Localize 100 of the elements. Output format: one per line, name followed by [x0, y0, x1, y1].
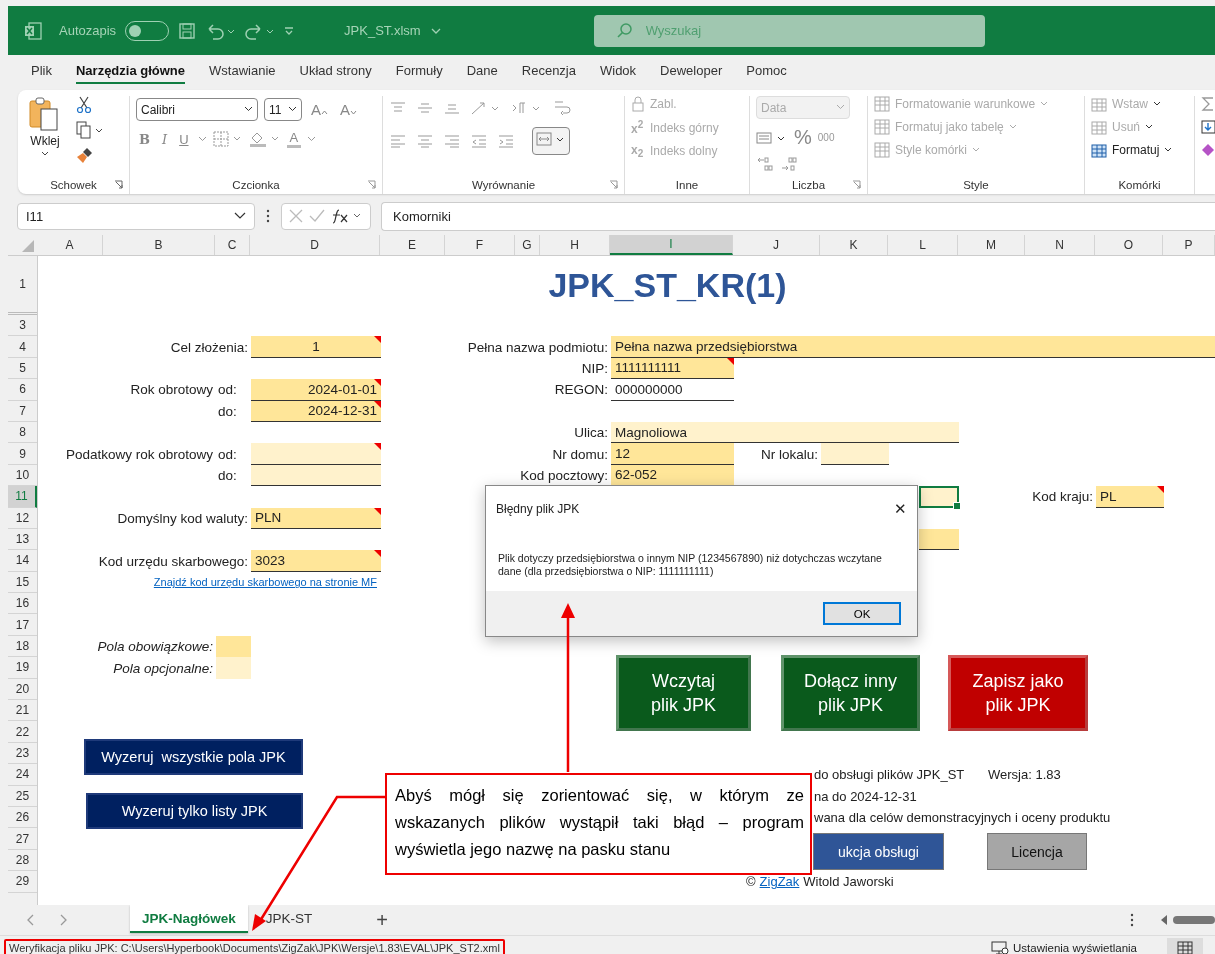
row-header[interactable]: 23	[8, 742, 37, 765]
input-cell[interactable]	[919, 486, 959, 508]
column-header[interactable]: C	[215, 235, 250, 255]
dialog-launcher-icon[interactable]	[367, 180, 376, 189]
column-header[interactable]: P	[1163, 235, 1215, 255]
column-header[interactable]: J	[733, 235, 820, 255]
align-center-icon[interactable]	[416, 134, 434, 148]
column-header[interactable]: D	[250, 235, 380, 255]
paste-button[interactable]: Wklej	[24, 96, 66, 176]
row-header[interactable]: 16	[8, 593, 37, 615]
brush-icon[interactable]	[76, 146, 94, 164]
sheet-tab[interactable]: JPK-Nagłówek	[130, 905, 248, 933]
save-icon[interactable]	[178, 21, 197, 40]
outdent-icon[interactable]	[470, 134, 488, 148]
increase-font-button[interactable]: A	[308, 101, 331, 118]
check-icon[interactable]	[308, 208, 326, 224]
row-header[interactable]: 6	[8, 379, 37, 401]
undo-icon[interactable]	[205, 21, 236, 40]
ok-button[interactable]: OK	[823, 602, 901, 625]
column-header[interactable]: N	[1025, 235, 1095, 255]
redo-icon[interactable]	[244, 21, 275, 40]
row-header[interactable]: 29	[8, 871, 37, 893]
row-header[interactable]: 26	[8, 807, 37, 829]
input-cell[interactable]	[251, 464, 381, 487]
input-cell[interactable]: PL	[1096, 486, 1164, 508]
sum-icon[interactable]	[1201, 96, 1215, 112]
column-header[interactable]: L	[888, 235, 958, 255]
input-cell[interactable]: 62-052	[611, 464, 734, 487]
input-cell[interactable]: 3023	[251, 550, 381, 572]
row-header[interactable]: 17	[8, 614, 37, 636]
row-header[interactable]: 27	[8, 828, 37, 850]
column-header[interactable]: F	[445, 235, 515, 255]
menu-tab[interactable]: Formuły	[395, 59, 443, 84]
column-header[interactable]: I	[610, 235, 733, 255]
align-top-icon[interactable]	[389, 101, 407, 115]
row-header[interactable]: 24	[8, 764, 37, 786]
action-button[interactable]: Zapisz jako plik JPK	[948, 655, 1088, 731]
row-header[interactable]: 7	[8, 400, 37, 422]
reset-button[interactable]: Wyzeruj tylko listy JPK	[86, 793, 303, 829]
input-cell[interactable]: 2024-12-31	[251, 400, 381, 422]
menu-tab[interactable]: Wstawianie	[209, 59, 276, 84]
percent-button[interactable]: %	[794, 126, 812, 149]
column-header[interactable]: K	[820, 235, 888, 255]
fill-icon[interactable]	[1201, 119, 1215, 135]
font-family-select[interactable]: Calibri	[136, 98, 258, 121]
row-header[interactable]: 9	[8, 443, 37, 465]
column-header[interactable]: O	[1095, 235, 1163, 255]
caret-icon[interactable]	[307, 135, 317, 143]
menu-tab[interactable]: Pomoc	[746, 59, 787, 84]
row-header[interactable]: 19	[8, 657, 37, 679]
scissors-icon[interactable]	[76, 96, 92, 114]
row-header[interactable]: 14	[8, 550, 37, 572]
menu-tab[interactable]: Układ strony	[299, 59, 372, 84]
decrease-decimal-icon[interactable]	[780, 156, 798, 172]
input-cell[interactable]: 2024-01-01	[251, 379, 381, 401]
normal-view-button[interactable]	[1167, 937, 1203, 954]
input-cell[interactable]: 1111111111	[611, 357, 734, 380]
row-header[interactable]: 21	[8, 700, 37, 722]
formula-input[interactable]: Komorniki	[381, 201, 1215, 231]
input-cell[interactable]: Pełna nazwa przedsiębiorstwa	[611, 336, 1215, 358]
input-cell[interactable]	[251, 443, 381, 465]
align-right-icon[interactable]	[443, 134, 461, 148]
sheet-button[interactable]: ukcja obsługi	[813, 833, 944, 870]
font-color-button[interactable]: A	[286, 130, 302, 148]
display-settings-button[interactable]: Ustawienia wyświetlania	[991, 940, 1137, 954]
caret-icon[interactable]	[197, 135, 207, 143]
dialog-launcher-icon[interactable]	[852, 180, 861, 189]
row-header[interactable]: 11	[8, 486, 37, 508]
menu-tab[interactable]: Dane	[466, 59, 498, 84]
name-box[interactable]: I11	[17, 202, 255, 230]
row-header[interactable]: 13	[8, 528, 37, 551]
menu-tab[interactable]: Narzędzia główne	[75, 59, 186, 84]
row-header[interactable]: 8	[8, 421, 37, 444]
reset-button[interactable]: Wyzeruj wszystkie pola JPK	[84, 739, 303, 775]
font-size-select[interactable]: 11	[264, 98, 302, 121]
column-header[interactable]: A	[37, 235, 103, 255]
column-header[interactable]: B	[103, 235, 215, 255]
copy-icon[interactable]	[76, 121, 104, 139]
row-header[interactable]: 22	[8, 721, 37, 743]
row-header[interactable]: 15	[8, 571, 37, 594]
input-cell[interactable]: PLN	[251, 507, 381, 529]
cancel-icon[interactable]	[288, 208, 304, 224]
italic-button[interactable]: I	[159, 131, 171, 147]
action-button[interactable]: Wczytaj plik JPK	[616, 655, 751, 731]
dialog-launcher-icon[interactable]	[114, 180, 123, 189]
input-cell[interactable]	[919, 529, 959, 551]
row-header[interactable]: 20	[8, 678, 37, 701]
merge-button[interactable]	[532, 127, 570, 155]
menu-tab[interactable]: Widok	[600, 59, 637, 84]
input-cell[interactable]: Magnoliowa	[611, 422, 959, 444]
tax-office-link[interactable]: Znajdź kod urzędu skarbowego na stronie MF	[104, 571, 381, 594]
column-header[interactable]: G	[515, 235, 540, 255]
row-header[interactable]: 25	[8, 785, 37, 807]
align-left-icon[interactable]	[389, 134, 407, 148]
author-link[interactable]: ZigZak	[759, 874, 800, 890]
row-header[interactable]: 5	[8, 357, 37, 380]
column-header[interactable]: E	[380, 235, 445, 255]
row-header[interactable]: 12	[8, 507, 37, 529]
align-middle-icon[interactable]	[416, 101, 434, 115]
previous-sheet-icon[interactable]	[26, 913, 36, 927]
